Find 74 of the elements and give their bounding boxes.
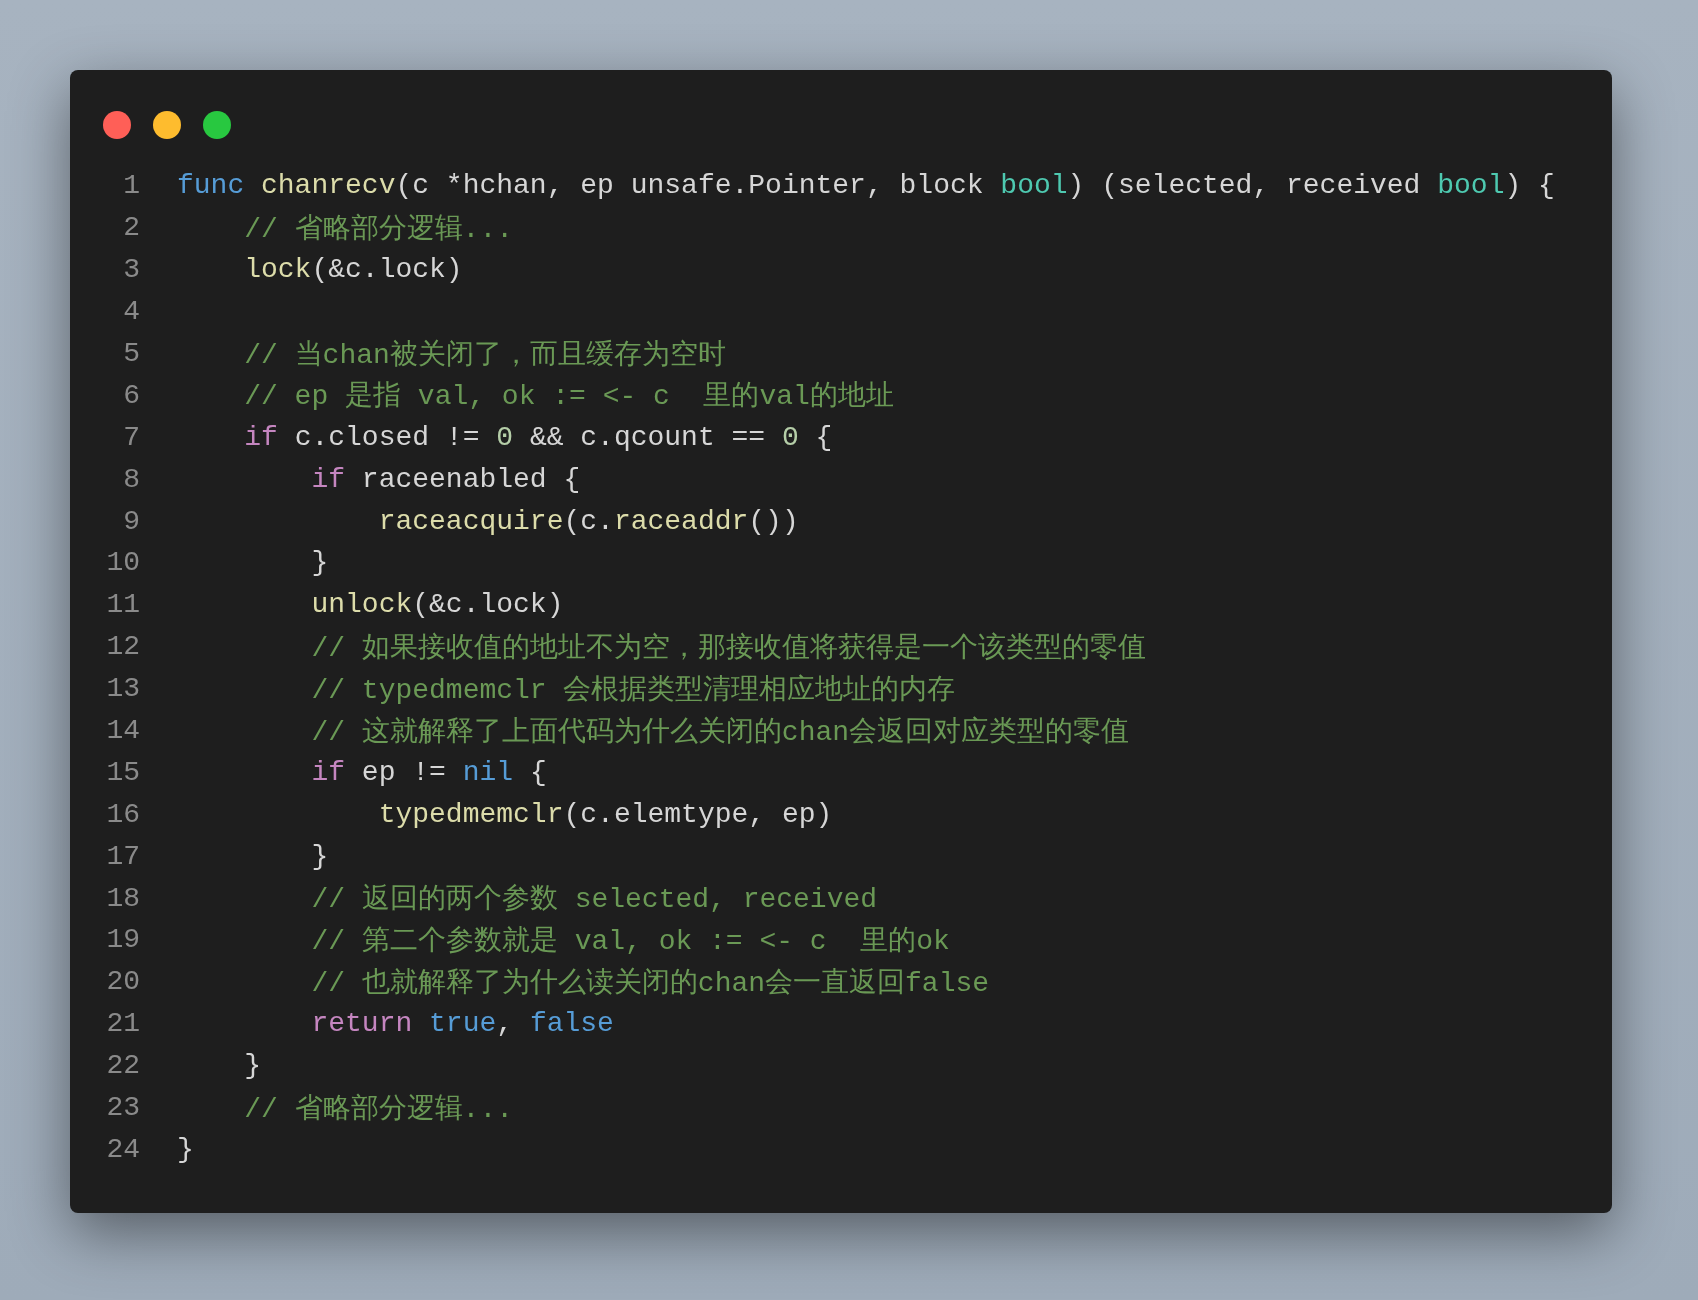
line-number: 4 — [122, 296, 140, 328]
code-text: 0 — [496, 421, 514, 453]
code-text: chanrecv — [261, 170, 396, 202]
code-text: (c.elemtype, ep) — [563, 798, 833, 830]
code-text: if — [243, 421, 278, 453]
window-control-button[interactable] — [153, 111, 181, 139]
line-number: 21 — [105, 1008, 140, 1040]
line-number: 15 — [105, 756, 140, 788]
line-number: 22 — [105, 1050, 140, 1082]
code-text: raceenabled { — [360, 463, 581, 495]
line-number: 17 — [105, 840, 140, 872]
code-text: typedmemclr — [377, 798, 564, 830]
code-text: } — [177, 1133, 194, 1165]
line-number: 7 — [122, 421, 140, 453]
code-text: } — [310, 547, 329, 579]
code-text: ) (selected, received — [1067, 170, 1422, 202]
line-number: 5 — [122, 338, 140, 369]
code-text: { — [528, 756, 547, 788]
code-text: func — [177, 170, 246, 202]
line-number: 10 — [105, 547, 140, 579]
line-number: 20 — [105, 966, 140, 998]
code-text: false — [529, 1008, 614, 1040]
code-text: 0 — [781, 421, 799, 453]
code-text: bool — [1437, 170, 1505, 202]
line-number: 16 — [105, 798, 140, 830]
code-comment: // 省略部分逻辑... — [243, 212, 514, 247]
line-number: 6 — [122, 379, 140, 411]
code-text: } — [243, 1050, 261, 1082]
code-comment: // 如果接收值的地址不为空，那接收值将获得是一个该类型的零值 — [310, 631, 1146, 666]
line-number: 24 — [105, 1133, 140, 1165]
code-text: unlock — [310, 589, 413, 621]
code-comment: // 也就解释了为什么读关闭的chan会一直返回false — [310, 966, 990, 1001]
code-comment: // typedmemclr 会根据类型清理相应地址的内存 — [310, 673, 956, 708]
code-text: (&c.lock) — [311, 254, 463, 286]
code-text: ep != — [360, 756, 447, 788]
line-number: 12 — [105, 631, 140, 663]
code-text: , — [496, 1008, 515, 1040]
window-control-button[interactable] — [103, 111, 131, 139]
line-number: 8 — [122, 463, 140, 495]
code-text: (c *hchan, ep unsafe.Pointer, block — [395, 170, 985, 202]
line-number: 11 — [105, 589, 140, 621]
code-text: raceaddr — [613, 505, 749, 537]
code-comment: // 当chan被关闭了，而且缓存为空时 — [243, 338, 726, 373]
line-number: 13 — [105, 673, 140, 705]
line-number: 23 — [105, 1092, 140, 1124]
code-text: return — [310, 1008, 414, 1040]
window-control-button[interactable] — [203, 111, 231, 139]
code-text: lock — [243, 254, 312, 286]
code-text: ()) — [748, 505, 799, 537]
code-comment: // 省略部分逻辑... — [243, 1092, 514, 1127]
code-text: ) { — [1504, 170, 1555, 202]
code-text: nil — [462, 756, 514, 788]
code-comment: // 这就解释了上面代码为什么关闭的chan会返回对应类型的零值 — [310, 715, 1130, 750]
line-number: 19 — [105, 924, 140, 956]
code-text: (c. — [563, 505, 614, 537]
code-text: { — [814, 421, 833, 453]
code-text: c.closed != — [293, 421, 481, 453]
code-comment: // 第二个参数就是 val, ok := <- c 里的ok — [310, 924, 950, 959]
line-number: 3 — [122, 254, 140, 286]
line-number: 14 — [105, 715, 140, 746]
code-text: bool — [1000, 170, 1068, 202]
code-text: && c.qcount == — [528, 421, 767, 453]
line-number: 1 — [122, 170, 140, 202]
code-text: } — [310, 840, 329, 872]
code-text: raceacquire — [377, 505, 564, 537]
line-number: 18 — [105, 882, 140, 914]
code-comment: // ep 是指 val, ok := <- c 里的val的地址 — [243, 380, 894, 415]
code-text: if — [310, 756, 346, 788]
code-text: (&c.lock) — [412, 589, 564, 621]
line-number: 2 — [122, 212, 140, 244]
code-comment: // 返回的两个参数 selected, received — [310, 883, 878, 918]
code-text: true — [429, 1008, 497, 1040]
line-number: 9 — [122, 505, 140, 537]
code-text: if — [310, 463, 346, 495]
